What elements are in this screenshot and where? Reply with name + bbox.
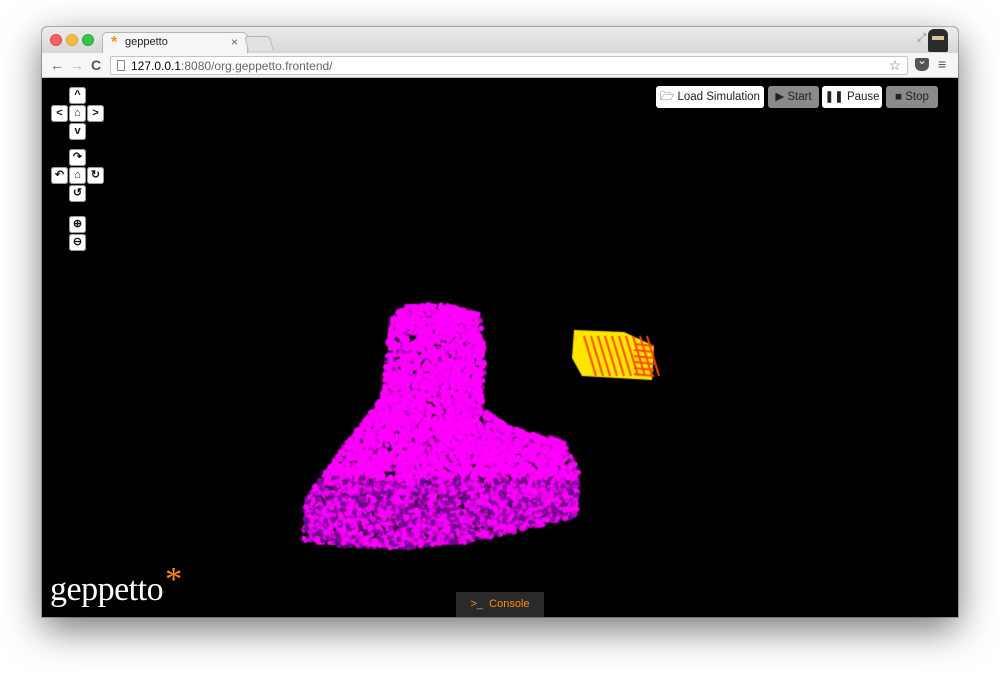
console-label: Console — [489, 598, 530, 610]
close-window-icon[interactable] — [50, 34, 62, 46]
minimize-window-icon[interactable] — [66, 34, 78, 46]
rotate-up-button[interactable]: ↷ — [69, 149, 86, 166]
address-bar[interactable]: 127.0.0.1:8080/org.geppetto.frontend/ ☆ — [110, 56, 908, 75]
logo-star-icon: * — [165, 561, 182, 598]
bookmark-star-icon[interactable]: ☆ — [888, 57, 901, 74]
pause-button[interactable]: ❚❚ Pause — [822, 86, 882, 108]
hamburger-menu-icon[interactable]: ≡ — [938, 56, 946, 72]
console-toggle-button[interactable]: >_ Console — [456, 592, 544, 617]
tab-geppetto[interactable]: * geppetto × — [102, 32, 248, 53]
tab-title: geppetto — [125, 36, 168, 48]
pan-left-button[interactable]: < — [51, 105, 68, 122]
pan-home-button[interactable]: ⌂ — [69, 105, 86, 122]
maximize-window-icon[interactable] — [82, 34, 94, 46]
load-simulation-button[interactable]: 🗁 Load Simulation — [656, 86, 764, 108]
pan-down-button[interactable]: v — [69, 123, 86, 140]
tab-strip: * geppetto × ⤢ — [42, 27, 958, 53]
browser-toolbar: ← → C 127.0.0.1:8080/org.geppetto.fronte… — [42, 53, 958, 78]
geppetto-logo: geppetto* — [50, 561, 182, 608]
pause-label: Pause — [846, 91, 880, 103]
reload-icon[interactable]: C — [91, 56, 101, 74]
geppetto-favicon-icon: * — [111, 34, 118, 51]
forward-arrow-icon[interactable]: → — [70, 56, 84, 74]
stop-icon: ■ — [895, 91, 903, 103]
profile-avatar[interactable] — [928, 29, 948, 52]
new-tab-button[interactable] — [243, 36, 275, 51]
tab-close-icon[interactable]: × — [231, 35, 238, 49]
particle-canvas[interactable] — [42, 78, 958, 617]
pause-icon: ❚❚ — [824, 91, 844, 103]
stop-button[interactable]: ■ Stop — [886, 86, 938, 108]
pan-right-button[interactable]: > — [87, 105, 104, 122]
page-icon — [117, 60, 125, 71]
play-icon: ▶ — [775, 91, 785, 103]
pocket-icon[interactable] — [915, 53, 929, 71]
start-button[interactable]: ▶ Start — [768, 86, 819, 108]
zoom-in-button[interactable]: ⊕ — [69, 216, 86, 233]
start-label: Start — [787, 91, 812, 103]
browser-window: * geppetto × ⤢ ← → C 127.0.0.1:8080/org.… — [42, 27, 958, 617]
fullscreen-icon[interactable]: ⤢ — [917, 32, 926, 45]
rotate-down-button[interactable]: ↺ — [69, 185, 86, 202]
rotate-right-button[interactable]: ↻ — [87, 167, 104, 184]
url-text[interactable]: 127.0.0.1:8080/org.geppetto.frontend/ — [131, 59, 333, 73]
pan-up-button[interactable]: ^ — [69, 87, 86, 104]
stop-label: Stop — [905, 91, 929, 103]
back-arrow-icon[interactable]: ← — [50, 56, 64, 74]
zoom-out-button[interactable]: ⊖ — [69, 234, 86, 251]
load-simulation-label: Load Simulation — [677, 91, 760, 103]
folder-open-icon: 🗁 — [660, 91, 675, 103]
console-prompt-icon: >_ — [470, 598, 484, 610]
simulation-viewport[interactable]: ^ < ⌂ > v ↷ ↶ ⌂ ↻ ↺ ⊕ ⊖ 🗁 Load Simulatio… — [42, 78, 958, 617]
rotate-left-button[interactable]: ↶ — [51, 167, 68, 184]
rotate-home-button[interactable]: ⌂ — [69, 167, 86, 184]
